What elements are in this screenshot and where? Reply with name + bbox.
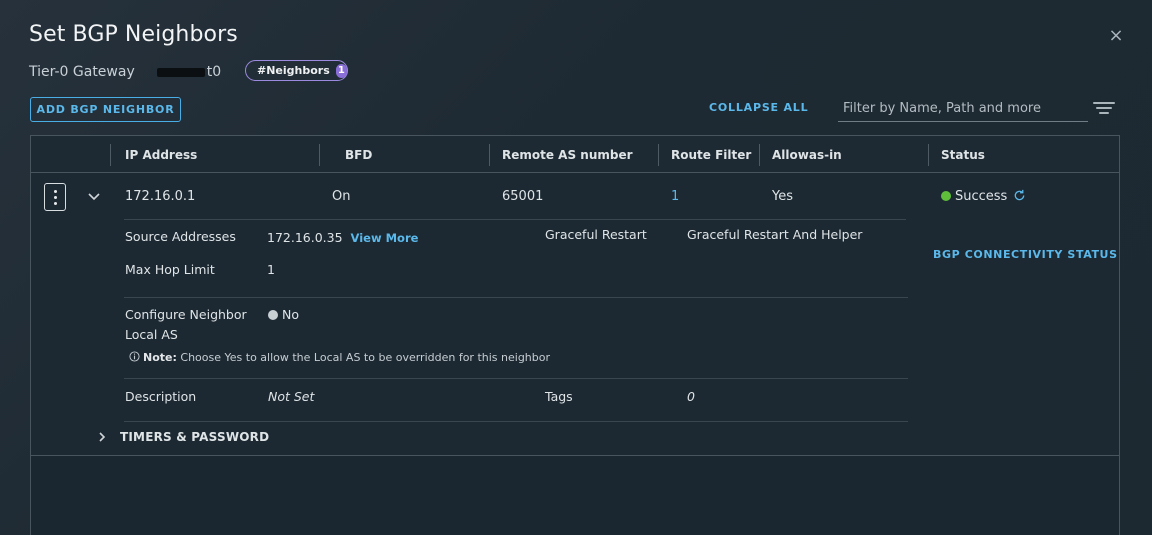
local-as-note: Note: Choose Yes to allow the Local AS t…	[129, 351, 550, 364]
remote-as-cell: 65001	[502, 189, 544, 204]
bgp-connectivity-status-link[interactable]: BGP CONNECTIVITY STATUS	[933, 248, 1118, 261]
chevron-right-icon	[99, 432, 106, 442]
col-ip-address[interactable]: IP Address	[125, 136, 197, 173]
close-icon[interactable]: ×	[1107, 27, 1125, 45]
grid-header: IP Address BFD Remote AS number Route Fi…	[31, 136, 1119, 173]
gateway-info: Tier-0 Gateway t0	[29, 62, 221, 82]
description-label: Description	[125, 389, 197, 404]
bgp-neighbors-dialog: Set BGP Neighbors × Tier-0 Gateway t0 #N…	[0, 0, 1152, 535]
configure-local-as-toggle[interactable]: No	[268, 307, 299, 322]
timers-password-label: TIMERS & PASSWORD	[120, 430, 270, 444]
row-actions-icon[interactable]	[44, 183, 66, 211]
gateway-label: Tier-0 Gateway	[29, 64, 135, 80]
view-more-link[interactable]: View More	[351, 231, 419, 245]
tags-label: Tags	[545, 389, 573, 404]
col-allowas-in[interactable]: Allowas-in	[772, 136, 842, 173]
status-text: Success	[955, 189, 1008, 204]
graceful-restart-value: Graceful Restart And Helper	[687, 227, 863, 242]
neighbors-grid: IP Address BFD Remote AS number Route Fi…	[30, 135, 1120, 535]
note-prefix: Note:	[143, 351, 177, 364]
note-text: Choose Yes to allow the Local AS to be o…	[180, 351, 551, 364]
max-hop-limit-label: Max Hop Limit	[125, 262, 215, 277]
col-remote-as[interactable]: Remote AS number	[502, 136, 633, 173]
route-filter-link[interactable]: 1	[671, 189, 679, 204]
configure-local-as-label-2: Local AS	[125, 327, 178, 342]
toggle-off-icon	[268, 310, 278, 320]
allowas-in-cell: Yes	[772, 189, 793, 204]
toggle-value: No	[282, 307, 299, 322]
row-divider	[124, 421, 908, 422]
row-divider	[124, 297, 908, 298]
filter-icon[interactable]	[1093, 102, 1115, 116]
source-addresses-value: 172.16.0.35 View More	[267, 230, 418, 245]
col-bfd[interactable]: BFD	[345, 136, 372, 173]
row-divider	[124, 219, 906, 220]
filter-input[interactable]	[838, 96, 1088, 122]
badge-count: 1	[335, 63, 347, 78]
col-status[interactable]: Status	[941, 136, 985, 173]
dialog-title: Set BGP Neighbors	[29, 22, 238, 47]
source-address-text: 172.16.0.35	[267, 230, 343, 245]
badge-label: #Neighbors	[257, 64, 330, 77]
success-status-icon	[941, 191, 951, 201]
source-addresses-label: Source Addresses	[125, 229, 236, 244]
gateway-name-suffix: t0	[206, 64, 222, 80]
bfd-cell: On	[332, 189, 351, 204]
description-value: Not Set	[268, 389, 315, 404]
add-bgp-neighbor-button[interactable]: ADD BGP NEIGHBOR	[30, 97, 181, 122]
status-cell: Success	[941, 189, 1026, 204]
configure-local-as-label-1: Configure Neighbor	[125, 307, 247, 322]
neighbor-row: 172.16.0.1 On 65001 1 Yes Success Source…	[31, 173, 1119, 456]
redacted-text	[156, 67, 205, 77]
chevron-down-icon[interactable]	[87, 190, 101, 204]
collapse-all-button[interactable]: COLLAPSE ALL	[709, 101, 808, 114]
gateway-name: t0	[156, 64, 222, 80]
refresh-icon[interactable]	[1013, 189, 1026, 202]
row-divider	[124, 378, 908, 379]
max-hop-limit-value: 1	[267, 262, 275, 277]
ip-address-cell: 172.16.0.1	[125, 189, 196, 204]
neighbors-count-badge: #Neighbors 1	[245, 60, 348, 81]
timers-password-toggle[interactable]: TIMERS & PASSWORD	[97, 430, 269, 444]
graceful-restart-label: Graceful Restart	[545, 227, 647, 242]
info-icon	[129, 351, 140, 362]
col-route-filter[interactable]: Route Filter	[671, 136, 751, 173]
tags-value: 0	[687, 389, 695, 404]
